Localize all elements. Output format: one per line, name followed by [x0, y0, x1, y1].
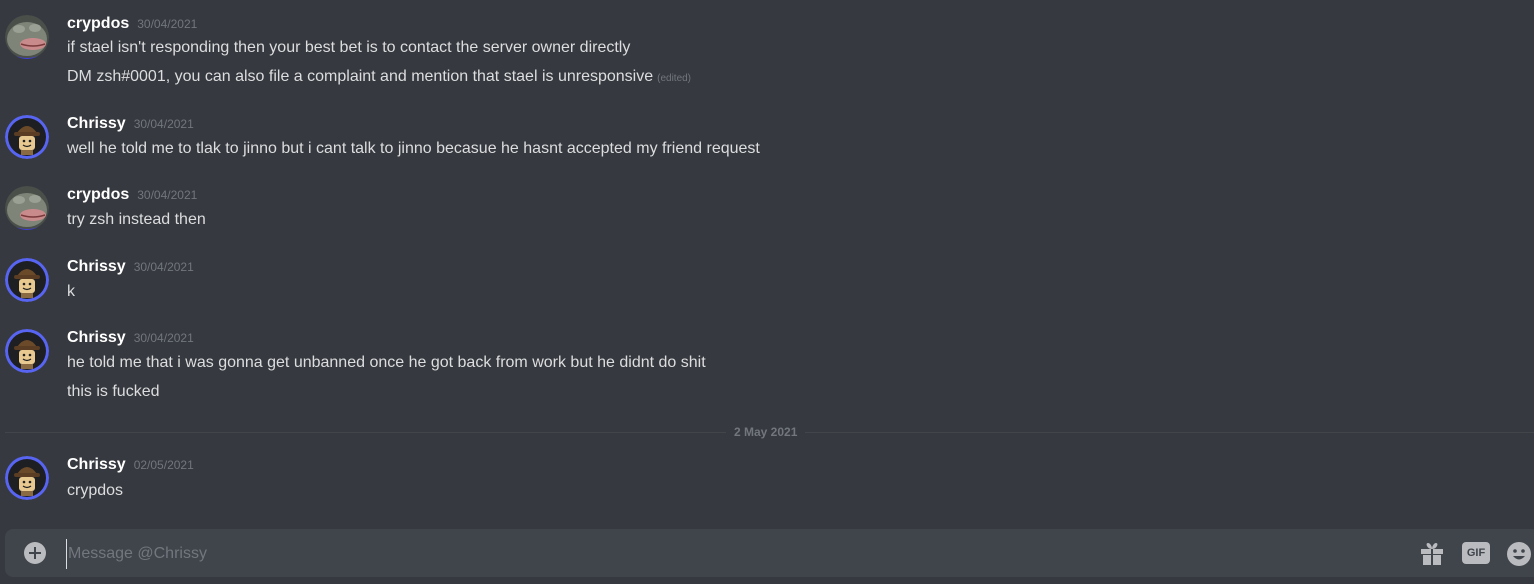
author-name[interactable]: crypdos [67, 15, 129, 32]
message-text: DM zsh#0001, you can also file a complai… [67, 68, 691, 86]
message-timestamp: 30/04/2021 [133, 260, 194, 274]
frog-avatar-icon [5, 186, 49, 230]
lego-figure-avatar-icon [5, 258, 49, 302]
date-divider-label: 2 May 2021 [726, 425, 806, 439]
author-name[interactable]: Chrissy [67, 258, 126, 275]
message-timestamp: 30/04/2021 [137, 188, 198, 202]
author-name[interactable]: Chrissy [67, 329, 126, 346]
lego-figure-avatar-icon [5, 115, 49, 159]
message-content: try zsh instead then [67, 211, 206, 228]
message-content: if stael isn't responding then your best… [67, 39, 631, 56]
message-content: this is fucked [67, 383, 160, 400]
message-timestamp: 30/04/2021 [133, 117, 194, 131]
avatar[interactable] [5, 456, 49, 500]
message-timestamp: 30/04/2021 [137, 17, 198, 31]
message-text: he told me that i was gonna get unbanned… [67, 354, 706, 372]
message-content: DM zsh#0001, you can also file a complai… [67, 68, 654, 85]
message-text: this is fucked [67, 383, 159, 401]
message-header: Chrissy 30/04/2021 [67, 115, 194, 135]
message-header: crypdos 30/04/2021 [67, 15, 197, 35]
message-text: well he told me to tlak to jinno but i c… [67, 140, 760, 158]
author-name[interactable]: Chrissy [67, 115, 126, 132]
message-text: crypdos [67, 482, 123, 500]
message-content: crypdos [67, 482, 124, 499]
message-text: if stael isn't responding then your best… [67, 39, 630, 57]
message-header: Chrissy 02/05/2021 [67, 456, 194, 476]
lego-figure-avatar-icon [5, 329, 49, 373]
message-input[interactable] [66, 539, 1400, 569]
message-header: Chrissy 30/04/2021 [67, 329, 194, 349]
message-header: Chrissy 30/04/2021 [67, 258, 194, 278]
gif-icon[interactable]: GIF [1462, 542, 1490, 564]
message-composer: GIF [5, 529, 1534, 577]
avatar[interactable] [5, 329, 49, 373]
message-text: try zsh instead then [67, 211, 206, 229]
emoji-icon[interactable] [1506, 541, 1532, 567]
message-timestamp: 30/04/2021 [133, 331, 194, 345]
author-name[interactable]: Chrissy [67, 456, 126, 473]
lego-figure-avatar-icon [5, 456, 49, 500]
message-list: crypdos 30/04/2021 if stael isn't respond… [0, 0, 1534, 524]
message-header: crypdos 30/04/2021 [67, 186, 197, 206]
message-content: k [67, 283, 75, 300]
avatar[interactable] [5, 186, 49, 230]
avatar[interactable] [5, 115, 49, 159]
avatar[interactable] [5, 258, 49, 302]
message-text: k [67, 283, 75, 301]
avatar[interactable] [5, 15, 49, 59]
message-content: well he told me to tlak to jinno but i c… [67, 140, 760, 157]
message-timestamp: 02/05/2021 [133, 458, 194, 472]
add-icon[interactable] [24, 542, 46, 564]
author-name[interactable]: crypdos [67, 186, 129, 203]
gift-icon[interactable] [1419, 541, 1445, 565]
frog-avatar-icon [5, 15, 49, 59]
message-content: he told me that i was gonna get unbanned… [67, 354, 706, 371]
edited-label: (edited) [657, 73, 692, 84]
